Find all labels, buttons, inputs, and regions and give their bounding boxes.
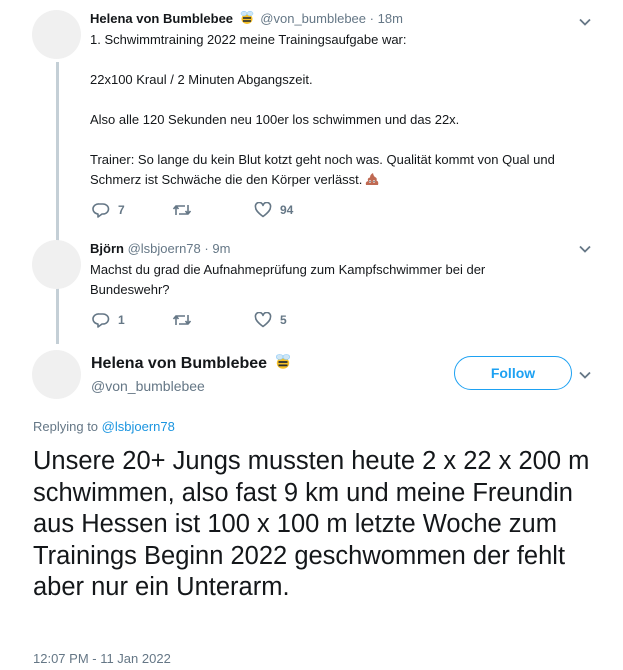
like-count: 94	[280, 203, 294, 217]
retweet-button[interactable]	[172, 312, 254, 328]
tweet-2[interactable]: Björn @lsbjoern78 · 9m Machst du grad di…	[90, 240, 603, 300]
tweet-line: 22x100 Kraul / 2 Minuten Abgangszeit.	[90, 72, 313, 87]
author-name[interactable]: Helena von Bumblebee	[90, 11, 233, 26]
bee-emoji-icon	[240, 10, 253, 24]
tweet-line: Trainer: So lange du kein Blut kotzt geh…	[90, 152, 555, 187]
main-tweet-text: Unsere 20+ Jungs mussten heute 2 x 22 x …	[33, 447, 590, 601]
retweet-icon	[172, 315, 192, 325]
tweet-header: Helena von Bumblebee @von_bumblebee · 18…	[90, 10, 603, 27]
tweet-actions: 1 5	[92, 312, 287, 328]
reply-icon	[92, 203, 110, 218]
tweet-1[interactable]: Helena von Bumblebee @von_bumblebee · 18…	[90, 10, 603, 190]
reply-button[interactable]: 7	[92, 202, 172, 218]
tweet-timestamp[interactable]: 12:07 PM - 11 Jan 2022	[33, 651, 171, 666]
avatar[interactable]	[32, 240, 81, 289]
reply-count: 1	[118, 313, 125, 327]
chevron-down-icon[interactable]	[576, 366, 594, 384]
poop-emoji-icon	[366, 173, 379, 185]
retweet-button[interactable]	[172, 202, 254, 218]
like-icon	[254, 312, 272, 328]
author-handle[interactable]: @von_bumblebee	[91, 378, 205, 394]
tweet-line: Machst du grad die Aufnahmeprüfung zum K…	[90, 262, 486, 297]
tweet-line: Also alle 120 Sekunden neu 100er los sch…	[90, 112, 460, 127]
reply-count: 7	[118, 203, 125, 217]
like-icon	[254, 202, 272, 218]
author-handle[interactable]: @lsbjoern78	[128, 241, 201, 256]
avatar[interactable]	[32, 350, 81, 399]
chevron-down-icon[interactable]	[576, 13, 594, 31]
avatar[interactable]	[32, 10, 81, 59]
reply-icon	[92, 313, 110, 328]
separator-dot: ·	[204, 241, 209, 256]
separator-dot: ·	[369, 11, 374, 26]
like-count: 5	[280, 313, 287, 327]
author-handle[interactable]: @von_bumblebee	[260, 11, 366, 26]
author-name[interactable]: Helena von Bumblebee	[91, 353, 294, 375]
chevron-down-icon[interactable]	[576, 240, 594, 258]
like-button[interactable]: 5	[254, 312, 287, 328]
tweet-time[interactable]: 18m	[378, 11, 403, 26]
tweet-text: 1. Schwimmtraining 2022 meine Trainingsa…	[90, 30, 603, 190]
replying-to: Replying to @lsbjoern78	[33, 419, 175, 434]
retweet-icon	[172, 205, 192, 215]
thread-line	[56, 62, 59, 344]
bee-emoji-icon	[275, 354, 290, 369]
tweet-line: 1. Schwimmtraining 2022 meine Trainingsa…	[90, 32, 407, 47]
tweet-header: Björn @lsbjoern78 · 9m	[90, 240, 603, 257]
follow-button[interactable]: Follow	[454, 356, 572, 390]
tweet-time[interactable]: 9m	[212, 241, 230, 256]
tweet-text: Machst du grad die Aufnahmeprüfung zum K…	[90, 260, 530, 300]
like-button[interactable]: 94	[254, 202, 293, 218]
replying-prefix: Replying to	[33, 419, 99, 434]
reply-button[interactable]: 1	[92, 312, 172, 328]
tweet-actions: 7 94	[92, 202, 293, 218]
author-name[interactable]: Björn	[90, 241, 124, 256]
replying-handle-link[interactable]: @lsbjoern78	[102, 419, 175, 434]
